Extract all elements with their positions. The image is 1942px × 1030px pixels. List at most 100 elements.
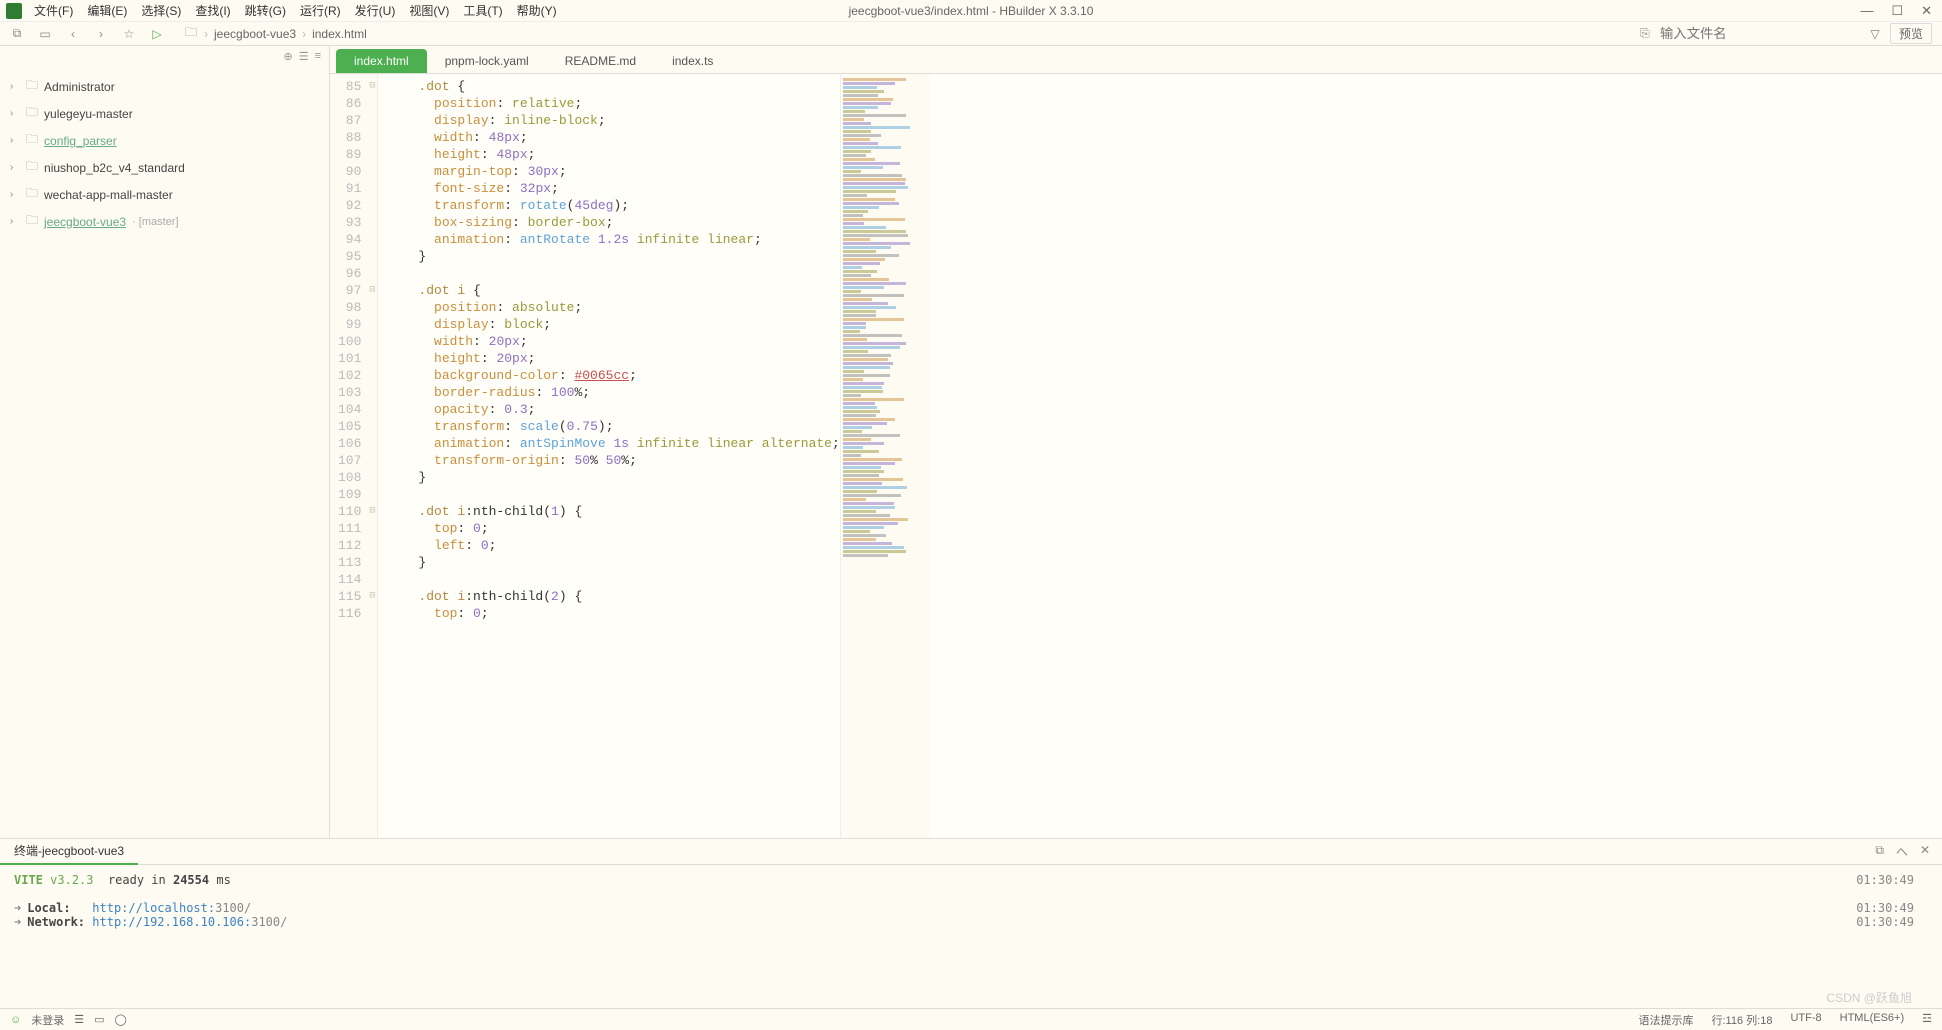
menu-publish[interactable]: 发行(U)	[349, 0, 402, 21]
tree-item-label: wechat-app-mall-master	[44, 188, 173, 202]
vite-label: VITE	[14, 873, 43, 887]
menu-edit[interactable]: 编辑(E)	[81, 0, 133, 21]
terminal-timestamp: 01:30:49	[1856, 873, 1914, 887]
tree-item-label: jeecgboot-vue3	[44, 215, 126, 229]
window-title: jeecgboot-vue3/index.html - HBuilder X 3…	[849, 4, 1094, 18]
terminal-body[interactable]: VITE v3.2.3 ready in 24554 ms 01:30:49 ➜…	[0, 865, 1942, 1008]
favorite-icon[interactable]: ☆	[122, 27, 136, 41]
filter-icon[interactable]: ▽	[1868, 27, 1882, 41]
folder-icon: 🗀	[26, 103, 38, 124]
tree-item[interactable]: › 🗀 Administrator	[4, 73, 325, 100]
terminal-close-icon[interactable]: ✕	[1920, 843, 1930, 860]
terminal-tab[interactable]: 终端-jeecgboot-vue3	[0, 838, 138, 865]
menu-help[interactable]: 帮助(Y)	[511, 0, 563, 21]
network-url[interactable]: http://192.168.10.106:	[92, 915, 251, 929]
menu-view[interactable]: 视图(V)	[403, 0, 455, 21]
minimap[interactable]	[840, 74, 930, 838]
toolbar: ⧉ ▭ ‹ › ☆ ▷ 🗀 › jeecgboot-vue3 › index.h…	[0, 22, 1942, 46]
breadcrumb-file[interactable]: index.html	[312, 27, 367, 41]
folder-icon: 🗀	[26, 211, 38, 232]
menu-find[interactable]: 查找(I)	[189, 0, 236, 21]
tree-item-label: yulegeyu-master	[44, 107, 133, 121]
chevron-right-icon[interactable]: ›	[10, 216, 20, 227]
editor-tab[interactable]: pnpm-lock.yaml	[427, 49, 547, 73]
window-close-icon[interactable]: ✕	[1921, 3, 1932, 19]
sidebar-add-icon[interactable]: ⊕	[283, 50, 292, 63]
menu-select[interactable]: 选择(S)	[135, 0, 187, 21]
menu-tools[interactable]: 工具(T)	[457, 0, 508, 21]
tree-item-label: niushop_b2c_v4_standard	[44, 161, 185, 175]
folder-icon: 🗀	[26, 130, 38, 151]
nav-back-icon[interactable]: ‹	[66, 27, 80, 41]
vite-ready: ready in	[108, 873, 166, 887]
chevron-right-icon[interactable]: ›	[10, 81, 20, 92]
arrow-icon: ➜	[14, 901, 21, 915]
local-url[interactable]: http://localhost:	[92, 901, 215, 915]
menu-goto[interactable]: 跳转(G)	[239, 0, 292, 21]
folder-icon: 🗀	[26, 76, 38, 97]
nav-forward-icon[interactable]: ›	[94, 27, 108, 41]
folder-icon: 🗀	[26, 157, 38, 178]
tree-item[interactable]: › 🗀 yulegeyu-master	[4, 100, 325, 127]
menu-file[interactable]: 文件(F)	[28, 0, 79, 21]
code-editor[interactable]: 85⊟868788899091929394959697⊟989910010110…	[330, 74, 1942, 838]
vite-ms: 24554	[173, 873, 209, 887]
language-mode[interactable]: HTML(ES6+)	[1840, 1012, 1905, 1028]
tree-item[interactable]: › 🗀 config_parser	[4, 127, 325, 154]
chevron-right-icon[interactable]: ›	[10, 162, 20, 173]
tree-item-label: Administrator	[44, 80, 115, 94]
tree-item[interactable]: › 🗀 wechat-app-mall-master	[4, 181, 325, 208]
gutter: 85⊟868788899091929394959697⊟989910010110…	[330, 74, 378, 838]
editor-tab[interactable]: index.ts	[654, 49, 731, 73]
editor-tab[interactable]: README.md	[547, 49, 654, 73]
tree-item[interactable]: › 🗀 niushop_b2c_v4_standard	[4, 154, 325, 181]
new-window-icon[interactable]: ⧉	[10, 27, 24, 41]
status-icon-3[interactable]: ◯	[115, 1013, 127, 1026]
sidebar-more-icon[interactable]: ≡	[315, 50, 321, 63]
preview-button[interactable]: 预览	[1890, 23, 1932, 44]
folder-icon: 🗀	[26, 184, 38, 205]
terminal-collapse-icon[interactable]: ヘ	[1896, 843, 1908, 860]
window-minimize-icon[interactable]: —	[1860, 3, 1873, 19]
status-icon-1[interactable]: ☰	[74, 1013, 84, 1026]
terminal-timestamp: 01:30:49	[1856, 915, 1914, 929]
code-area[interactable]: .dot { position: relative; display: inli…	[378, 74, 839, 838]
chevron-right-icon[interactable]: ›	[10, 135, 20, 146]
menu-run[interactable]: 运行(R)	[294, 0, 347, 21]
breadcrumb: 🗀 › jeecgboot-vue3 › index.html	[184, 27, 367, 41]
network-label: Network:	[27, 915, 85, 929]
login-status[interactable]: 未登录	[31, 1012, 64, 1028]
vite-ms-unit: ms	[216, 873, 230, 887]
save-icon[interactable]: ▭	[38, 27, 52, 41]
tree-item[interactable]: ›🗀jeecgboot-vue3 · [master]	[4, 208, 325, 235]
folder-icon: 🗀	[184, 27, 198, 41]
encoding[interactable]: UTF-8	[1790, 1012, 1821, 1028]
terminal-timestamp: 01:30:49	[1856, 901, 1914, 915]
sidebar-collapse-icon[interactable]: ☰	[299, 50, 309, 63]
window-maximize-icon[interactable]: ☐	[1891, 3, 1903, 19]
file-tree: › 🗀 Administrator › 🗀 yulegeyu-master › 🗀 config…	[0, 67, 329, 838]
new-file-icon[interactable]: ⎘	[1638, 27, 1652, 41]
cursor-position: 行:116 列:18	[1712, 1012, 1773, 1028]
app-logo	[6, 3, 22, 19]
run-icon[interactable]: ▷	[150, 27, 164, 41]
chevron-right-icon[interactable]: ›	[10, 189, 20, 200]
breadcrumb-project[interactable]: jeecgboot-vue3	[214, 27, 296, 41]
terminal-split-icon[interactable]: ⧉	[1875, 843, 1884, 860]
tree-item-label: config_parser	[44, 134, 117, 148]
search-input[interactable]	[1660, 26, 1860, 41]
terminal-panel: 终端-jeecgboot-vue3 ⧉ ヘ ✕ VITE v3.2.3 read…	[0, 838, 1942, 1008]
status-more-icon[interactable]: ☲	[1922, 1012, 1932, 1028]
sidebar: ⊕ ☰ ≡ › 🗀 Administrator › 🗀 yulegeyu-master › 🗀…	[0, 46, 330, 838]
local-label: Local:	[27, 901, 70, 915]
user-icon[interactable]: ☺	[10, 1014, 21, 1026]
syntax-lib[interactable]: 语法提示库	[1639, 1012, 1694, 1028]
editor-tabs: index.htmlpnpm-lock.yamlREADME.mdindex.t…	[330, 46, 1942, 74]
arrow-icon: ➜	[14, 915, 21, 929]
chevron-right-icon[interactable]: ›	[10, 108, 20, 119]
editor-tab[interactable]: index.html	[336, 49, 427, 73]
status-icon-2[interactable]: ▭	[94, 1013, 104, 1026]
network-port: 3100/	[251, 915, 287, 929]
menubar: 文件(F) 编辑(E) 选择(S) 查找(I) 跳转(G) 运行(R) 发行(U…	[28, 0, 563, 21]
vite-version: v3.2.3	[50, 873, 93, 887]
